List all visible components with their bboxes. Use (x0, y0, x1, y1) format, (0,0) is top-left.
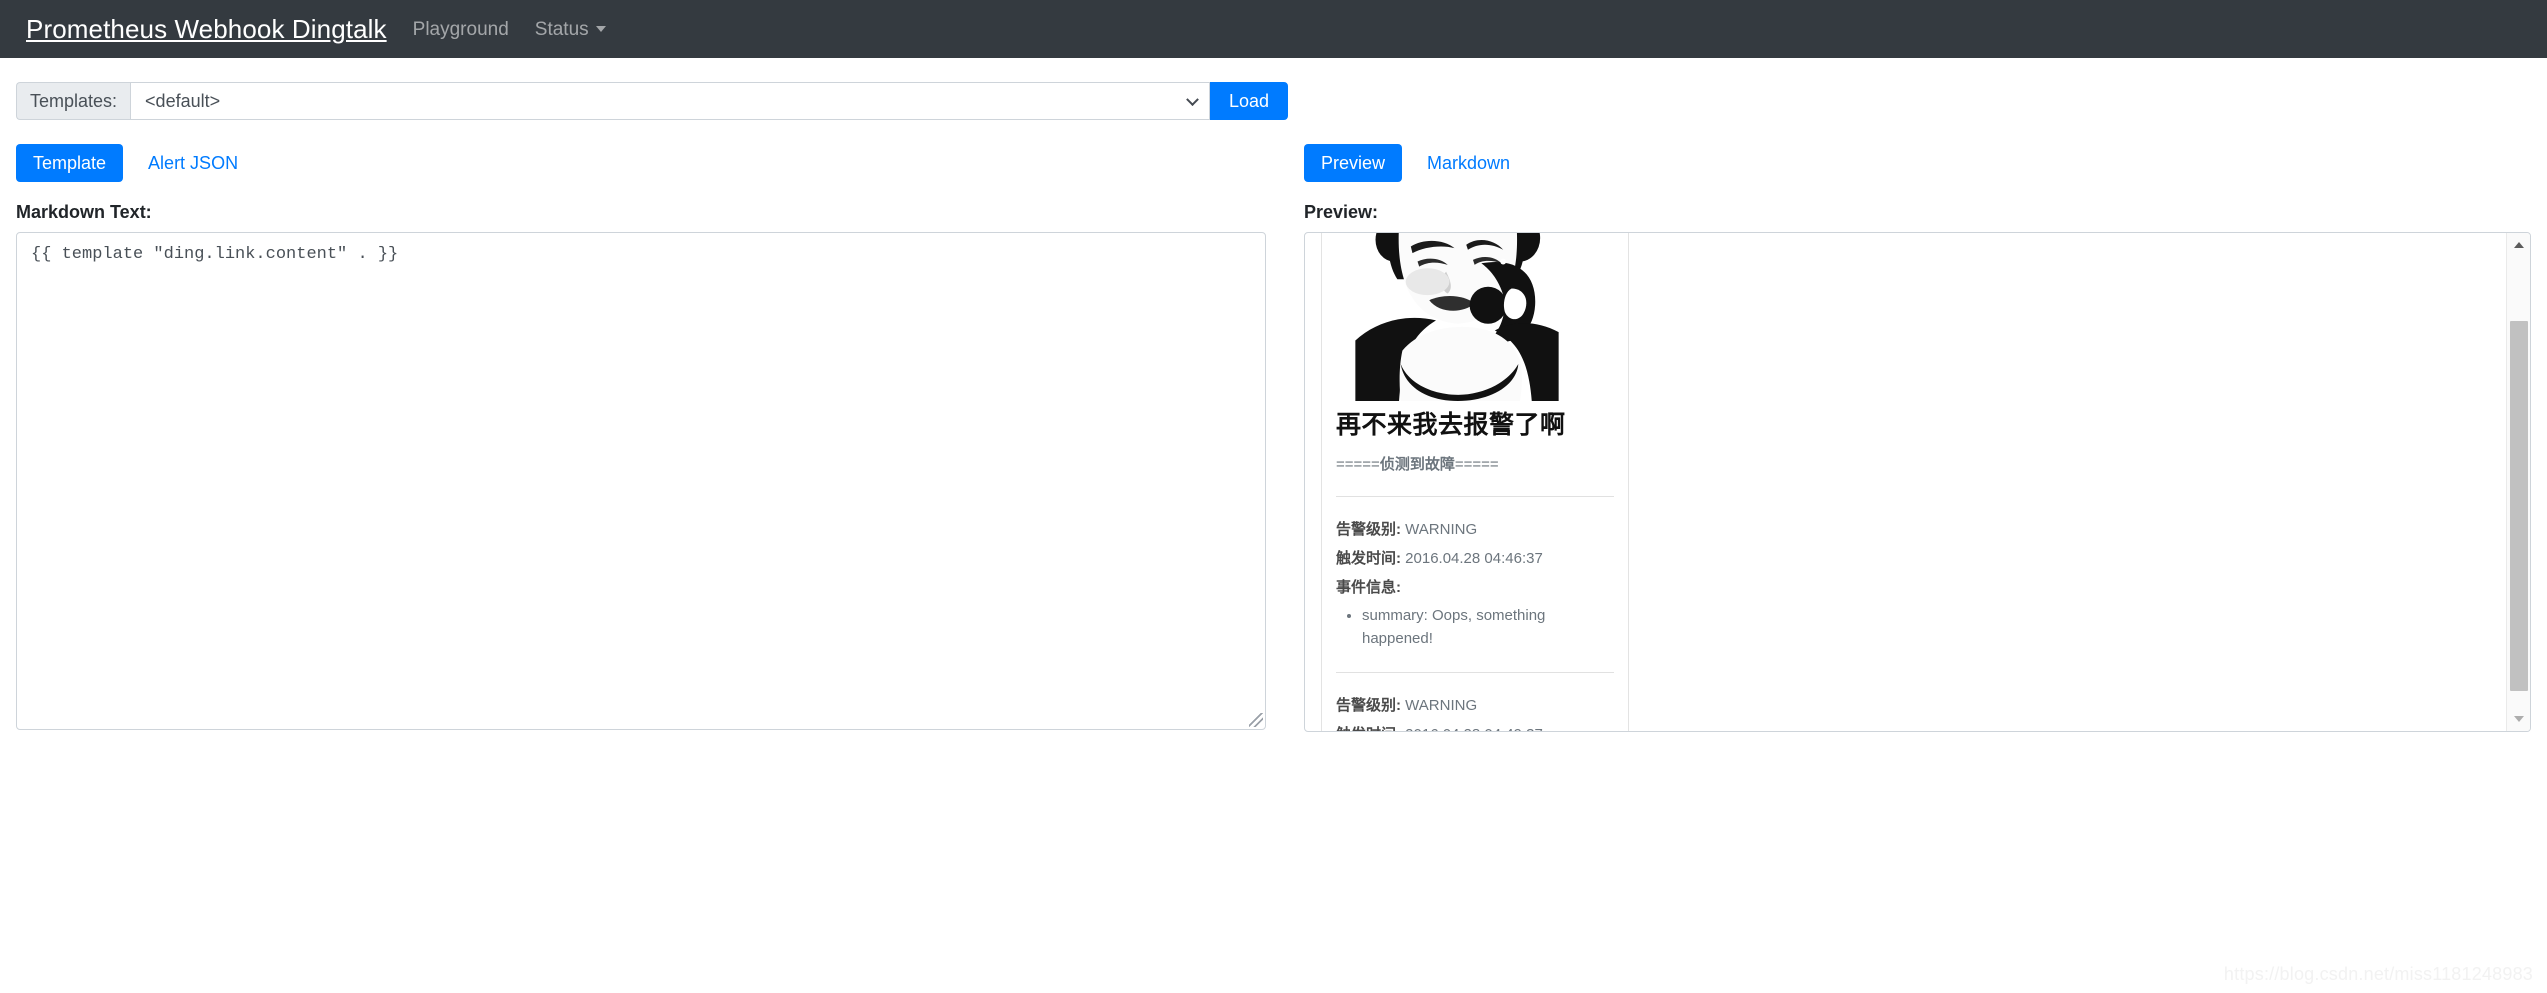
nav-link-status[interactable]: Status (535, 20, 606, 39)
tab-alert-json[interactable]: Alert JSON (131, 144, 255, 182)
templates-toolbar: Templates: <default> Load (16, 82, 1288, 120)
alert-level-value: WARNING (1405, 521, 1478, 538)
card-divider-1 (1336, 496, 1614, 497)
tab-preview[interactable]: Preview (1304, 144, 1403, 182)
preview-card-title: 再不来我去报警了啊 (1336, 411, 1566, 439)
alert-time-value: 2016.04.28 04:46:37 (1405, 549, 1543, 567)
textarea-resize-handle[interactable] (1249, 713, 1263, 727)
nav-link-playground[interactable]: Playground (413, 20, 509, 39)
alert-time-line: 触发时间: 2016.04.28 04:49:37 (1336, 724, 1614, 731)
alert-block: 告警级别: WARNING 触发时间: 2016.04.28 04:49:37 … (1336, 695, 1614, 731)
markdown-text-label: Markdown Text: (16, 202, 152, 222)
alert-level-value: WARNING (1405, 697, 1478, 715)
scrollbar-thumb[interactable] (2510, 321, 2528, 691)
markdown-text-value: {{ template "ding.link.content" . }} (31, 245, 399, 264)
nav-link-playground-label: Playground (412, 18, 509, 40)
alert-info-label: 事件信息: (1336, 578, 1401, 596)
left-panel: Template Alert JSON Markdown Text: {{ te… (16, 144, 1288, 732)
watermark-text: https://blog.csdn.net/miss1181248983 (2223, 964, 2533, 984)
alert-info-list: summary: Oops, something happened! (1336, 605, 1614, 650)
alert-level-label: 告警级别: (1336, 521, 1401, 538)
alert-time-label: 触发时间: (1336, 726, 1401, 731)
load-button[interactable]: Load (1209, 82, 1288, 120)
top-navbar: Prometheus Webhook Dingtalk Playground S… (0, 0, 2547, 58)
template-select-wrapper: <default> (130, 82, 1210, 120)
right-panel: Preview Markdown Preview: 再不来我去报警了啊 ====… (1304, 144, 2531, 732)
detect-text: 侦测到故障 (1379, 456, 1455, 473)
chevron-down-icon (595, 26, 606, 32)
main-panels: Template Alert JSON Markdown Text: {{ te… (16, 144, 2531, 732)
markdown-text-textarea[interactable]: {{ template "ding.link.content" . }} (16, 232, 1266, 730)
list-item: summary: Oops, something happened! (1362, 605, 1614, 650)
detect-suffix: ===== (1454, 456, 1499, 473)
preview-label: Preview: (1304, 202, 1379, 222)
alert-time-line: 触发时间: 2016.04.28 04:46:37 (1336, 548, 1614, 570)
alert-level-line: 告警级别: WARNING (1336, 695, 1614, 717)
template-select[interactable]: <default> (130, 82, 1210, 120)
alert-level-label: 告警级别: (1336, 697, 1401, 715)
scroll-up-arrow-icon[interactable] (2507, 233, 2530, 257)
alert-block: 告警级别: WARNING 触发时间: 2016.04.28 04:46:37 … (1336, 519, 1614, 650)
navbar-links: Playground Status (413, 20, 606, 39)
preview-scrollbar[interactable] (2506, 233, 2530, 731)
scroll-down-arrow-icon[interactable] (2507, 707, 2530, 731)
detect-prefix: ===== (1336, 456, 1380, 473)
right-panel-tabs: Preview Markdown (1304, 144, 2531, 182)
panda-meme-phone-image (1336, 233, 1578, 401)
preview-card: 再不来我去报警了啊 =====侦测到故障===== 告警级别: WARNING … (1321, 233, 1629, 731)
templates-label: Templates: (16, 82, 131, 120)
page-container: Templates: <default> Load Template Alert… (0, 82, 2547, 732)
alert-time-value: 2016.04.28 04:49:37 (1405, 726, 1543, 731)
alert-level-line: 告警级别: WARNING (1336, 519, 1614, 541)
tab-template[interactable]: Template (16, 144, 124, 182)
tab-markdown[interactable]: Markdown (1410, 144, 1527, 182)
alert-time-label: 触发时间: (1336, 549, 1401, 567)
preview-detect-line: =====侦测到故障===== (1336, 453, 1614, 474)
preview-area: 再不来我去报警了啊 =====侦测到故障===== 告警级别: WARNING … (1304, 232, 2531, 732)
alert-info-line: 事件信息: (1336, 577, 1614, 599)
navbar-brand[interactable]: Prometheus Webhook Dingtalk (26, 16, 387, 42)
nav-link-status-label: Status (534, 18, 589, 40)
card-divider-2 (1336, 672, 1614, 674)
left-panel-tabs: Template Alert JSON (16, 144, 1288, 182)
